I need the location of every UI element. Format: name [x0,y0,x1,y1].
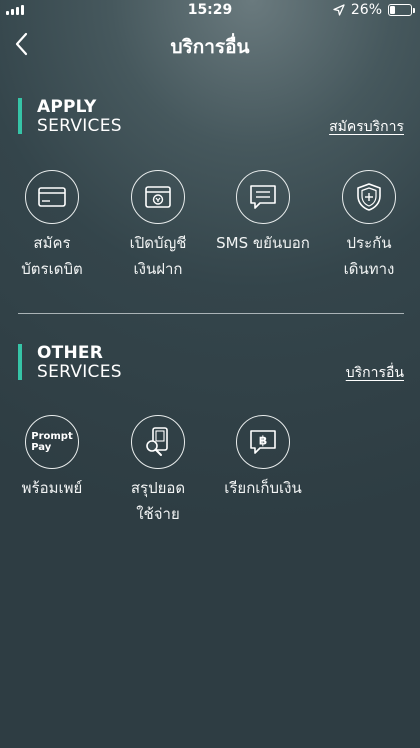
battery-percent: 26% [350,2,382,18]
battery-fill [390,6,395,14]
tile-label: สรุปยอด ใช้จ่าย [130,479,186,523]
open-deposit-account-tile[interactable]: เปิดบัญชี เงินฝาก [108,170,208,282]
promptpay-logo-text: Prompt [31,431,73,442]
other-services-link[interactable]: บริการอื่น [346,362,404,384]
section-title-other: OTHER [37,343,103,363]
status-right: 26% [333,2,415,18]
request-payment-tile[interactable]: ฿ เรียกเก็บเงิน [213,415,313,501]
tile-label: ประกัน เดินทาง [343,234,395,278]
spending-summary-tile[interactable]: สรุปยอด ใช้จ่าย [108,415,208,527]
card-icon [25,170,79,224]
svg-text:฿: ฿ [259,434,267,448]
tile-label: SMS ขยันบอก [216,234,310,252]
tile-label: เรียกเก็บเงิน [224,479,302,497]
promptpay-logo-text: Pay [31,442,52,453]
travel-insurance-tile[interactable]: ประกัน เดินทาง [319,170,419,282]
baht-bubble-icon: ฿ [236,415,290,469]
chat-message-icon [236,170,290,224]
apply-services-header: APPLY SERVICES สมัครบริการ [18,97,404,138]
other-services-header: OTHER SERVICES บริการอื่น [18,343,404,384]
section-title-services: SERVICES [37,116,122,136]
tile-label: เปิดบัญชี เงินฝาก [129,234,187,278]
page-title: บริการอื่น [170,36,250,58]
tile-label: พร้อมเพย์ [21,479,83,497]
sms-alert-tile[interactable]: SMS ขยันบอก [213,170,313,256]
battery-icon [388,4,415,16]
status-bar: 15:29 26% [0,0,420,22]
shield-plus-icon [342,170,396,224]
section-accent-bar [18,98,22,134]
passbook-icon [131,170,185,224]
phone-search-icon [131,415,185,469]
apply-debit-card-tile[interactable]: สมัคร บัตรเดบิต [2,170,102,282]
apply-services-link[interactable]: สมัครบริการ [329,116,404,138]
section-divider [18,313,404,314]
promptpay-tile[interactable]: Prompt Pay พร้อมเพย์ [2,415,102,501]
promptpay-icon: Prompt Pay [25,415,79,469]
tile-label: สมัคร บัตรเดบิต [21,234,83,278]
location-arrow-icon [333,4,345,16]
section-title-apply: APPLY [37,97,97,117]
section-title-services: SERVICES [37,362,122,382]
section-accent-bar [18,344,22,380]
